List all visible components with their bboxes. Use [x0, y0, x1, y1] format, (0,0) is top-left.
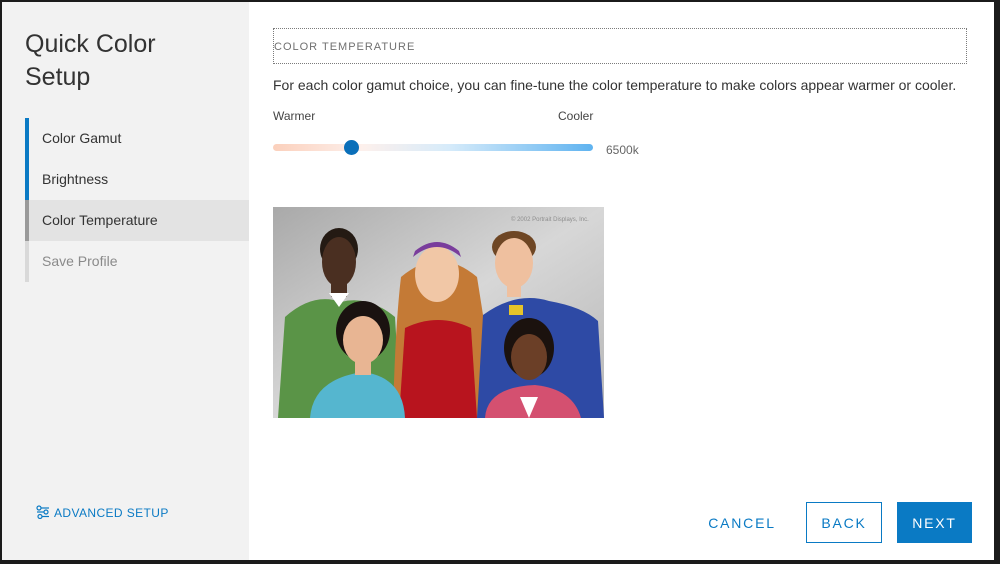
- section-header: COLOR TEMPERATURE: [273, 28, 967, 64]
- cancel-button[interactable]: CANCEL: [697, 502, 787, 543]
- quick-color-setup-dialog: Quick Color Setup Color Gamut Brightness…: [2, 2, 994, 560]
- step-color-gamut[interactable]: Color Gamut: [25, 118, 249, 159]
- main-panel: COLOR TEMPERATURE For each color gamut c…: [249, 2, 994, 560]
- sidebar-title: Quick Color Setup: [25, 30, 156, 91]
- preview-image: © 2002 Portrait Displays, Inc.: [273, 207, 604, 418]
- back-button[interactable]: BACK: [806, 502, 882, 543]
- cooler-label: Cooler: [558, 109, 594, 123]
- color-temperature-slider[interactable]: [273, 140, 593, 155]
- step-list: Color Gamut Brightness Color Temperature…: [25, 118, 249, 282]
- step-color-temperature[interactable]: Color Temperature: [25, 200, 249, 241]
- sidebar: Quick Color Setup Color Gamut Brightness…: [2, 2, 249, 560]
- image-credit: © 2002 Portrait Displays, Inc.: [511, 216, 589, 223]
- advanced-setup-label: ADVANCED SETUP: [54, 506, 169, 520]
- warmer-label: Warmer: [273, 109, 316, 123]
- next-button[interactable]: NEXT: [897, 502, 972, 543]
- window-edge: [994, 0, 1000, 564]
- slider-thumb[interactable]: [344, 140, 360, 155]
- step-brightness[interactable]: Brightness: [25, 159, 249, 200]
- settings-sliders-icon: [36, 504, 54, 522]
- description-text: For each color gamut choice, you can fin…: [273, 77, 957, 93]
- advanced-setup-link[interactable]: ADVANCED SETUP: [36, 504, 169, 522]
- step-save-profile[interactable]: Save Profile: [25, 241, 249, 282]
- section-title: COLOR TEMPERATURE: [274, 41, 416, 53]
- temperature-value: 6500k: [606, 143, 639, 157]
